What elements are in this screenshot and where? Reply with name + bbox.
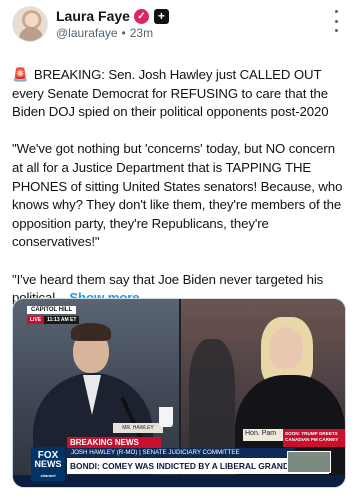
more-dot	[334, 10, 338, 13]
more-dot	[334, 19, 338, 23]
more-icon[interactable]	[328, 10, 344, 32]
avatar[interactable]	[12, 6, 48, 42]
post-paragraph: "We've got nothing but 'concerns' today,…	[12, 140, 348, 252]
nameplate-left: MR. HAWLEY	[113, 423, 163, 433]
cup-icon	[159, 407, 173, 427]
video-media[interactable]: MR. HAWLEY Hon. Pam CAPITOL HILL LIVE 11…	[12, 298, 346, 488]
logo-channel-text: channel	[40, 473, 56, 478]
background-person	[189, 339, 235, 449]
author-meta: @laurafaye • 23m	[56, 26, 153, 40]
post-body: 🚨 BREAKING: Sen. Josh Hawley just CALLED…	[12, 66, 348, 308]
post-paragraph-text: "We've got nothing but 'concerns' today,…	[12, 141, 343, 250]
meta-separator: •	[121, 26, 126, 40]
chyron-subline: JOSH HAWLEY (R-MO) | SENATE JUDICIARY CO…	[67, 448, 295, 458]
news-lower-third: FOX NEWS channel BREAKING NEWS JOSH HAWL…	[13, 437, 345, 487]
post-header: Laura Faye ✓ + @laurafaye • 23m	[12, 6, 346, 44]
author-name[interactable]: Laura Faye	[56, 8, 130, 24]
more-dot	[334, 29, 338, 32]
location-tag: CAPITOL HILL	[27, 306, 77, 314]
siren-icon: 🚨	[12, 67, 29, 82]
logo-news-text: NEWS	[34, 459, 62, 469]
author-handle[interactable]: @laurafaye	[56, 26, 118, 40]
speaker-left-hair	[71, 323, 111, 341]
fox-news-logo: FOX NEWS channel	[31, 447, 65, 481]
inset-thumbnail	[287, 451, 331, 473]
breaking-news-label: BREAKING NEWS	[67, 437, 161, 448]
verified-badge-icon: ✓	[133, 8, 149, 24]
live-label: LIVE	[27, 316, 45, 324]
post-paragraph: 🚨 BREAKING: Sen. Josh Hawley just CALLED…	[12, 66, 348, 122]
author-name-row: Laura Faye ✓ +	[56, 8, 169, 24]
live-time: 11:13 AM ET	[44, 316, 80, 324]
live-indicator: LIVE 11:13 AM ET	[27, 316, 80, 324]
post-paragraph-text: BREAKING: Sen. Josh Hawley just CALLED O…	[12, 67, 329, 120]
speaker-right-head	[269, 327, 303, 369]
plus-badge-icon: +	[153, 8, 169, 24]
nameplate-right-text: Hon. Pam	[245, 430, 277, 437]
post-time[interactable]: 23m	[130, 26, 153, 40]
